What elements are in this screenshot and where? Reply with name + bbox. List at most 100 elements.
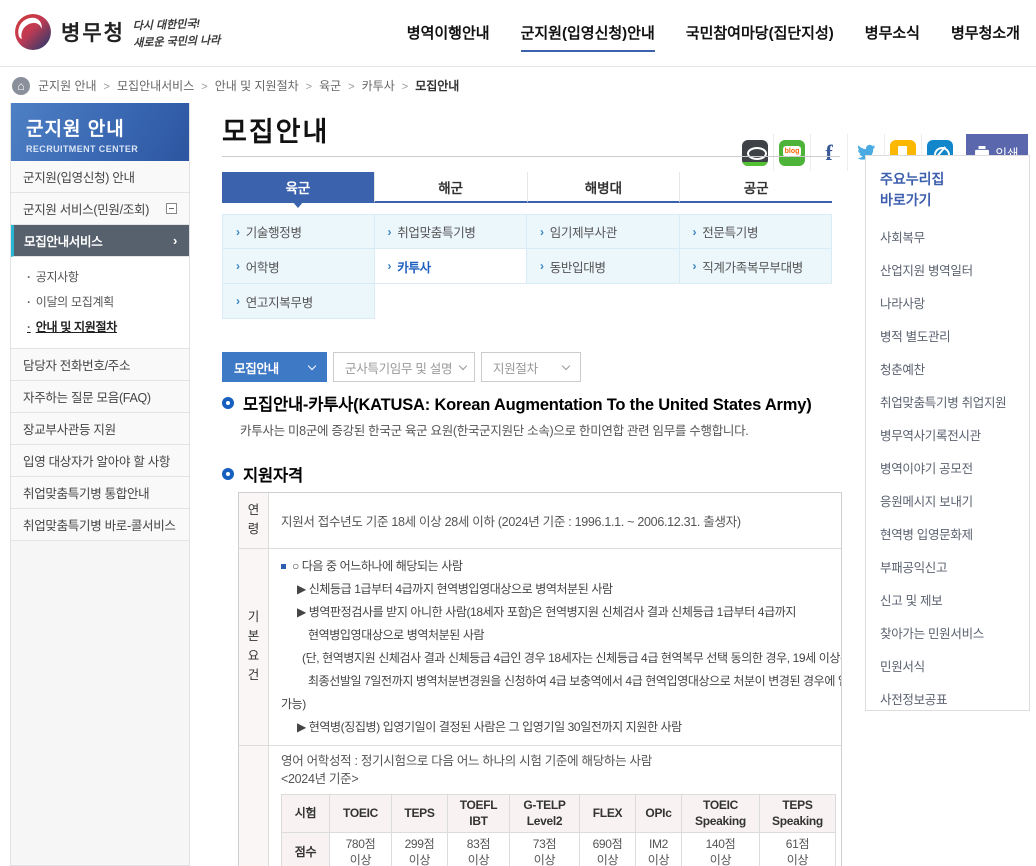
sidebar: 군지원 안내 RECRUITMENT CENTER 군지원(입영신청) 안내 군…: [10, 103, 190, 866]
expand-icon[interactable]: [166, 203, 177, 214]
sidebar-header: 군지원 안내 RECRUITMENT CENTER: [11, 103, 189, 161]
sidebar-item[interactable]: 장교부사관등 지원: [11, 413, 189, 445]
quicklink-item[interactable]: 응원메시지 보내기: [880, 484, 1029, 517]
section-desc: 카투사는 미8군에 증강된 한국군 육군 요원(한국군지원단 소속)으로 한미연…: [240, 420, 748, 439]
home-icon[interactable]: ⌂: [12, 77, 30, 95]
breadcrumb-item[interactable]: 군지원 안내: [38, 77, 117, 94]
requirement-line: ▶ 병역판정검사를 받지 아니한 사람(18세자 포함)은 현역병지원 신체검사…: [281, 601, 829, 624]
quicklink-item[interactable]: 취업맞춤특기병 취업지원: [880, 385, 1029, 418]
filter-button[interactable]: 모집안내: [222, 352, 327, 382]
table-header-cell: TEPS Speaking: [760, 795, 836, 833]
table-cell: 690점 이상: [580, 833, 636, 866]
section-bullet-icon: [222, 468, 234, 480]
category-cell[interactable]: › 취업맞춤특기병: [375, 214, 528, 249]
breadcrumb-item[interactable]: 카투사: [362, 77, 416, 94]
sidebar-item[interactable]: 취업맞춤특기병 통합안내: [11, 477, 189, 509]
sidebar-subtitle: RECRUITMENT CENTER: [26, 144, 189, 154]
table-header-cell: TOEIC: [330, 795, 392, 833]
breadcrumb-item[interactable]: 안내 및 지원절차: [215, 77, 319, 94]
top-nav: 병역이행안내 군지원(입영신청)안내 국민참여마당(집단지성) 병무소식 병무청소개: [407, 22, 1020, 52]
quicklink-item[interactable]: 민원서식: [880, 649, 1029, 682]
sidebar-item-service[interactable]: 군지원 서비스(민원/조회): [11, 193, 189, 225]
sidebar-item[interactable]: 담당자 전화번호/주소: [11, 349, 189, 381]
table-row: 연 령 지원서 접수년도 기준 18세 이상 28세 이하 (2024년 기준 …: [239, 493, 841, 549]
category-label: 임기제부사관: [550, 222, 617, 241]
table-header-cell: 시험: [282, 795, 330, 833]
filter-buttons: 모집안내 군사특기임무 및 설명 지원절차: [222, 352, 581, 382]
quicklink-item[interactable]: 병무역사기록전시관: [880, 418, 1029, 451]
nav-item[interactable]: 국민참여마당(집단지성): [686, 22, 834, 50]
breadcrumb-item[interactable]: 육군: [319, 77, 362, 94]
filter-button[interactable]: 군사특기임무 및 설명: [333, 352, 475, 382]
category-cell[interactable]: › 카투사: [375, 249, 528, 284]
quicklink-item[interactable]: 사전정보공표: [880, 682, 1029, 711]
table-cell: 점수: [282, 833, 330, 866]
category-cell[interactable]: › 전문특기병: [680, 214, 833, 249]
chevron-down-icon: [562, 361, 570, 369]
quicklink-item[interactable]: 청춘예찬: [880, 352, 1029, 385]
category-cell[interactable]: › 기술행정병: [222, 214, 375, 249]
sidebar-item[interactable]: 취업맞춤특기병 바로-콜서비스: [11, 509, 189, 541]
table-cell: 61점 이상: [760, 833, 836, 866]
tab[interactable]: 해군: [374, 172, 527, 203]
quicklink-item[interactable]: 찾아가는 민원서비스: [880, 616, 1029, 649]
submenu-item[interactable]: 안내 및 지원절차: [11, 314, 189, 339]
tab[interactable]: 육군: [222, 172, 374, 203]
tab[interactable]: 해병대: [527, 172, 680, 203]
category-cell[interactable]: › 연고지복무병: [222, 284, 375, 319]
nav-item[interactable]: 군지원(입영신청)안내: [521, 22, 655, 52]
submenu-item[interactable]: 이달의 모집계획: [11, 289, 189, 314]
nav-item[interactable]: 병역이행안내: [407, 22, 490, 50]
section-heading: 모집안내-카투사(KATUSA: Korean Augmentation To …: [222, 391, 812, 415]
qualification-table: 연 령 지원서 접수년도 기준 18세 이상 28세 이하 (2024년 기준 …: [238, 492, 842, 866]
sidebar-item[interactable]: 입영 대상자가 알아야 할 사항: [11, 445, 189, 477]
quicklink-item[interactable]: 신고 및 제보: [880, 583, 1029, 616]
quicklink-item[interactable]: 현역병 입영문화제: [880, 517, 1029, 550]
band-share-button[interactable]: [736, 134, 773, 171]
quicklink-item[interactable]: 병역이야기 공모전: [880, 451, 1029, 484]
sidebar-item-recruit-info[interactable]: 모집안내서비스 ›: [11, 225, 189, 257]
quicklink-item[interactable]: 사회복무: [880, 220, 1029, 253]
chevron-right-icon: ›: [173, 233, 177, 248]
sidebar-item[interactable]: 자주하는 질문 모음(FAQ): [11, 381, 189, 413]
sidebar-submenu: 공지사항이달의 모집계획안내 및 지원절차: [11, 257, 189, 349]
submenu-item[interactable]: 공지사항: [11, 264, 189, 289]
nav-item[interactable]: 병무청소개: [951, 22, 1020, 50]
category-cell[interactable]: › 임기제부사관: [527, 214, 680, 249]
category-label: 카투사: [397, 257, 431, 276]
requirement-line: ▶ 신체등급 1급부터 4급까지 현역병입영대상으로 병역처분된 사람: [281, 578, 829, 601]
category-cell[interactable]: › 동반입대병: [527, 249, 680, 284]
filter-label: 지원절차: [493, 358, 538, 377]
requirement-line: 현역병입영대상으로 병역처분된 사람: [281, 624, 829, 647]
breadcrumb-item[interactable]: 모집안내서비스: [117, 77, 215, 94]
quicklinks-list: 사회복무산업지원 병역일터나라사랑병적 별도관리청춘예찬취업맞춤특기병 취업지원…: [880, 220, 1029, 711]
sidebar-item-label: 군지원(입영신청) 안내: [23, 167, 135, 186]
blog-share-button[interactable]: [773, 134, 810, 171]
english-intro: 영어 어학성적 : 정기시험으로 다음 어느 하나의 시험 기준에 해당하는 사…: [281, 752, 829, 771]
requirement-line: ▶ 현역병(징집병) 입영기일이 결정된 사람은 그 입영기일 30일전까지 지…: [281, 716, 829, 739]
row-content: 영어 어학성적 : 정기시험으로 다음 어느 하나의 시험 기준에 해당하는 사…: [269, 746, 841, 866]
blog-icon: [779, 140, 805, 166]
english-basis: <2024년 기준>: [281, 771, 829, 788]
table-cell: 83점 이상: [448, 833, 510, 866]
table-row: 기 본 요 건 ○ 다음 중 어느하나에 해당되는 사람▶ 신체등급 1급부터 …: [239, 549, 841, 746]
facebook-share-button[interactable]: [810, 134, 847, 171]
nav-item[interactable]: 병무소식: [865, 22, 920, 50]
quicklink-item[interactable]: 병적 별도관리: [880, 319, 1029, 352]
row-content: 지원서 접수년도 기준 18세 이상 28세 이하 (2024년 기준 : 19…: [269, 493, 841, 548]
tab[interactable]: 공군: [679, 172, 832, 203]
quicklink-item[interactable]: 나라사랑: [880, 286, 1029, 319]
sidebar-item-recruit-guide[interactable]: 군지원(입영신청) 안내: [11, 161, 189, 193]
breadcrumb-item[interactable]: 모집안내: [415, 77, 459, 94]
quicklink-item[interactable]: 산업지원 병역일터: [880, 253, 1029, 286]
category-cell[interactable]: › 어학병: [222, 249, 375, 284]
category-cell[interactable]: › 직계가족복무부대병: [680, 249, 833, 284]
table-header-cell: TOEIC Speaking: [682, 795, 760, 833]
breadcrumb: 군지원 안내모집안내서비스안내 및 지원절차육군카투사모집안내: [38, 77, 459, 94]
table-header-cell: TOEFL IBT: [448, 795, 510, 833]
quicklink-item[interactable]: 부패공익신고: [880, 550, 1029, 583]
filter-button[interactable]: 지원절차: [481, 352, 581, 382]
app-logo[interactable]: 병무청: [14, 13, 125, 51]
chevron-right-icon: ›: [540, 259, 544, 273]
sidebar-title: 군지원 안내: [26, 114, 189, 141]
